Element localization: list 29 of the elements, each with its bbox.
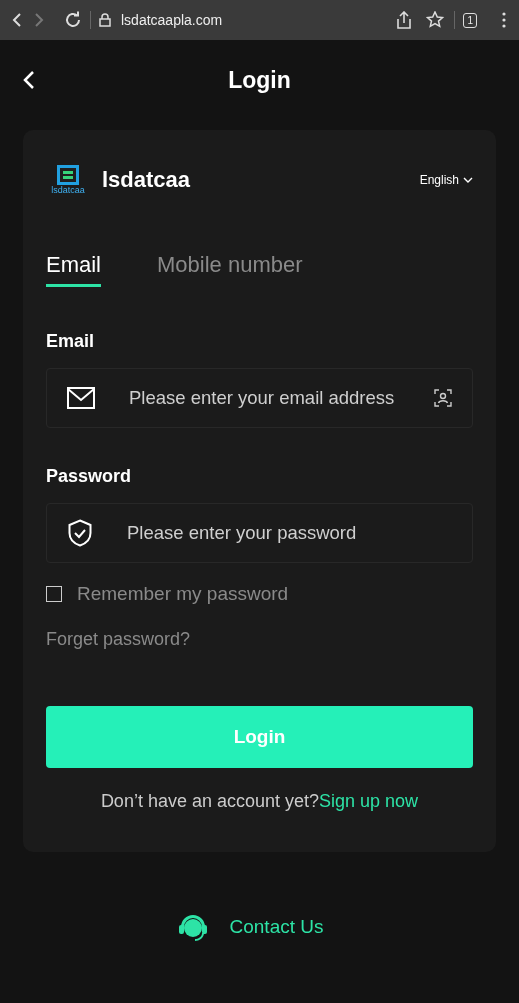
field-label: Email [46, 331, 96, 352]
scan-user-icon[interactable] [434, 389, 452, 407]
back-icon[interactable] [10, 12, 24, 28]
page-title: Login [228, 66, 291, 94]
envelope-icon [67, 387, 95, 409]
shield-icon [67, 519, 93, 547]
checkbox-label[interactable]: Remember my password [77, 583, 289, 605]
tab-count[interactable]: 1 [463, 12, 477, 28]
login-tab[interactable]: Email [46, 252, 101, 287]
forward-icon[interactable] [32, 12, 46, 28]
share-icon[interactable] [396, 11, 413, 29]
reload-icon[interactable] [64, 11, 82, 29]
brand-name: lsdatcaa [102, 167, 192, 193]
input-field[interactable]: Please enter your email address [46, 368, 473, 428]
back-icon[interactable] [22, 70, 36, 90]
field-label: Password [46, 466, 133, 487]
input-field[interactable]: Please enter your password [46, 503, 473, 563]
address-bar[interactable]: lsdatcaapla.com [121, 12, 389, 28]
forgot-password-link[interactable]: Forget password? [46, 629, 191, 650]
lock-icon [99, 13, 111, 27]
chevron-down-icon[interactable] [463, 177, 473, 183]
contact-link[interactable]: Contact Us [229, 916, 324, 938]
login-tab[interactable]: Mobile number [157, 252, 303, 287]
language-selector[interactable]: English [419, 173, 473, 187]
logo: lsdatcaa [48, 165, 88, 195]
signup-prompt: Don’t have an account yet? [100, 791, 320, 811]
signup-link[interactable]: Sign up now [319, 791, 419, 811]
checkbox[interactable] [46, 586, 62, 602]
star-icon[interactable] [426, 11, 447, 29]
